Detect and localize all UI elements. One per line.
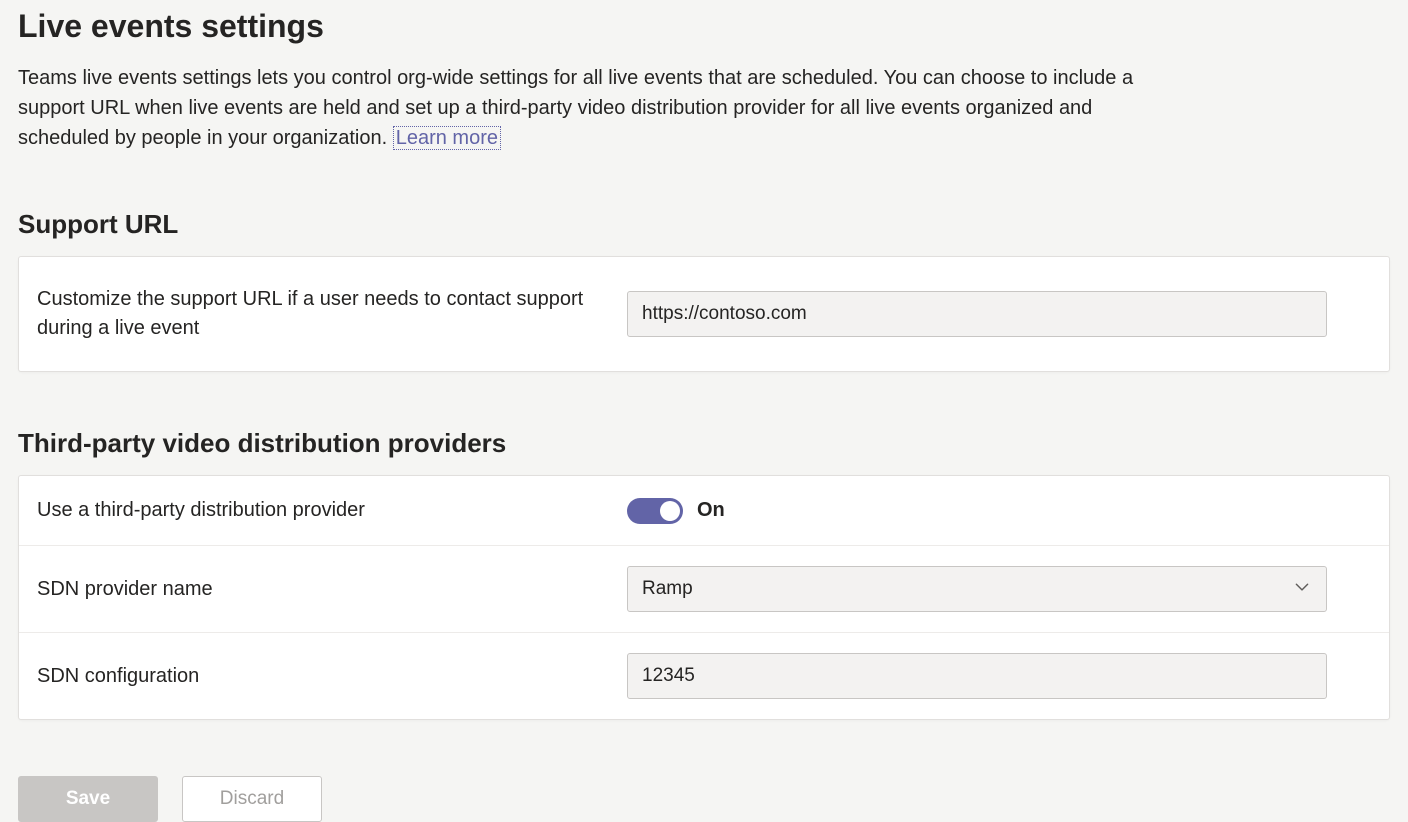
sdn-provider-row: SDN provider name Ramp: [19, 546, 1389, 633]
sdn-provider-select[interactable]: Ramp: [627, 566, 1327, 612]
button-bar: Save Discard: [18, 776, 1390, 822]
support-url-row: Customize the support URL if a user need…: [19, 257, 1389, 371]
sdn-provider-label: SDN provider name: [37, 575, 627, 604]
discard-button[interactable]: Discard: [182, 776, 322, 822]
sdn-config-control: [627, 653, 1371, 699]
toggle-knob: [660, 501, 680, 521]
use-provider-label: Use a third-party distribution provider: [37, 496, 627, 525]
third-party-section-title: Third-party video distribution providers: [18, 428, 1390, 459]
save-button[interactable]: Save: [18, 776, 158, 822]
third-party-card: Use a third-party distribution provider …: [18, 475, 1390, 720]
use-provider-row: Use a third-party distribution provider …: [19, 476, 1389, 546]
support-url-section-title: Support URL: [18, 209, 1390, 240]
learn-more-link[interactable]: Learn more: [393, 126, 501, 150]
sdn-provider-select-wrapper: Ramp: [627, 566, 1327, 612]
use-provider-control: On: [627, 498, 1371, 524]
use-provider-toggle[interactable]: [627, 498, 683, 524]
sdn-config-label: SDN configuration: [37, 662, 627, 691]
toggle-state-label: On: [697, 499, 725, 522]
page-description-text: Teams live events settings lets you cont…: [18, 67, 1133, 149]
support-url-control: [627, 291, 1371, 337]
sdn-provider-control: Ramp: [627, 566, 1371, 612]
page-title: Live events settings: [18, 8, 1390, 45]
sdn-config-input[interactable]: [627, 653, 1327, 699]
support-url-card: Customize the support URL if a user need…: [18, 256, 1390, 372]
sdn-config-row: SDN configuration: [19, 633, 1389, 719]
toggle-container: On: [627, 498, 725, 524]
support-url-label: Customize the support URL if a user need…: [37, 285, 627, 343]
support-url-input[interactable]: [627, 291, 1327, 337]
page-description: Teams live events settings lets you cont…: [18, 63, 1178, 153]
